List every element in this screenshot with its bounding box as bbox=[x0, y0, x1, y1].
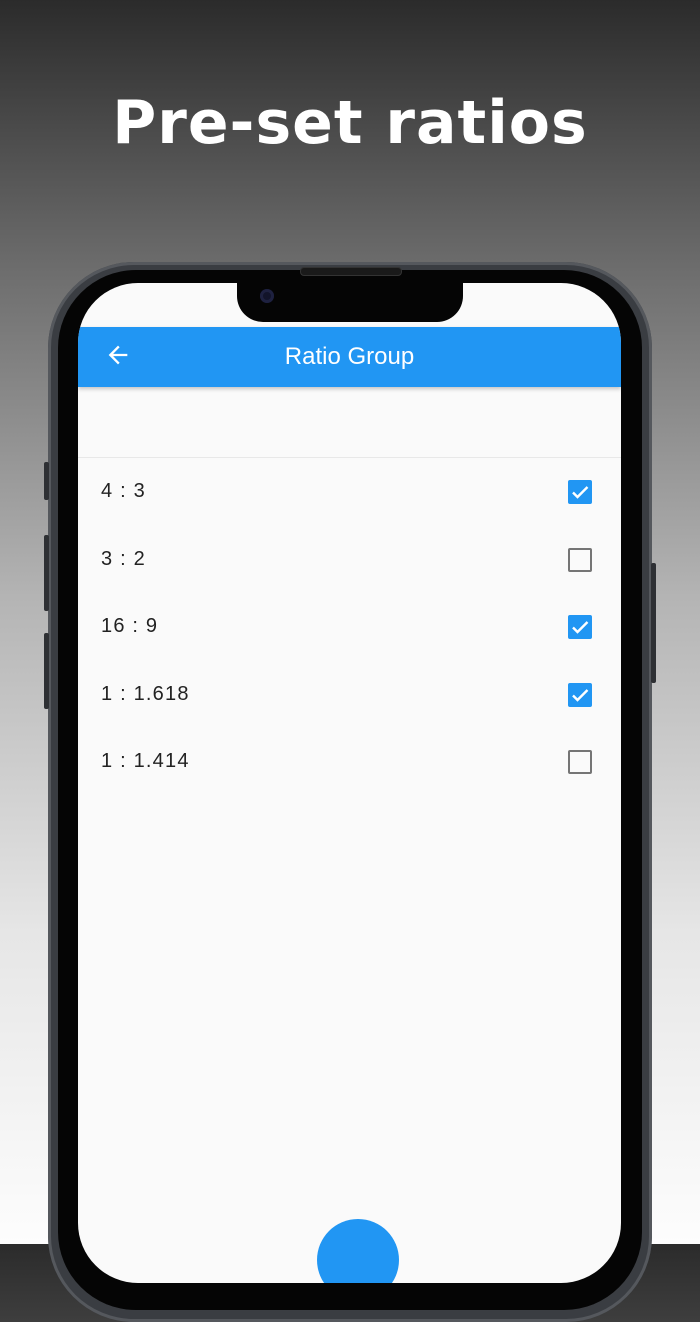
checkbox-checked[interactable] bbox=[568, 480, 592, 504]
ratio-row-golden[interactable]: 1 : 1.618 bbox=[78, 661, 621, 729]
checkbox-checked[interactable] bbox=[568, 615, 592, 639]
add-fab-button[interactable] bbox=[317, 1219, 399, 1283]
ratio-row-4-3[interactable]: 4 : 3 bbox=[78, 458, 621, 526]
phone-side-button bbox=[44, 462, 49, 500]
page-title: Ratio Group bbox=[284, 343, 415, 370]
phone-speaker bbox=[300, 267, 402, 276]
promo-headline: Pre-set ratios bbox=[112, 88, 588, 158]
checkbox-unchecked[interactable] bbox=[568, 547, 592, 572]
ratio-label: 1 : 1.618 bbox=[101, 682, 190, 705]
checkbox-unchecked[interactable] bbox=[568, 750, 592, 774]
phone-screen: Ratio Group 4 : 3 3 : 2 16 : 9 1 : 1.618 bbox=[78, 283, 621, 1283]
app-bar: Ratio Group bbox=[78, 327, 621, 387]
phone-side-button bbox=[44, 633, 49, 709]
phone-side-button bbox=[44, 535, 49, 611]
ratio-row-silver[interactable]: 1 : 1.414 bbox=[78, 728, 621, 796]
ratio-label: 1 : 1.414 bbox=[101, 750, 190, 772]
checkbox-checked[interactable] bbox=[568, 682, 592, 707]
ratio-label: 3 : 2 bbox=[101, 547, 146, 570]
ratio-label: 4 : 3 bbox=[101, 480, 146, 502]
ratio-label: 16 : 9 bbox=[101, 615, 159, 637]
ratio-row-16-9[interactable]: 16 : 9 bbox=[78, 593, 621, 661]
ratio-list: 4 : 3 3 : 2 16 : 9 1 : 1.618 1 : 1.414 bbox=[78, 458, 621, 796]
phone-side-button bbox=[651, 563, 656, 683]
front-camera bbox=[260, 289, 274, 303]
ratio-row-3-2[interactable]: 3 : 2 bbox=[78, 526, 621, 594]
list-header-spacer bbox=[78, 387, 621, 458]
